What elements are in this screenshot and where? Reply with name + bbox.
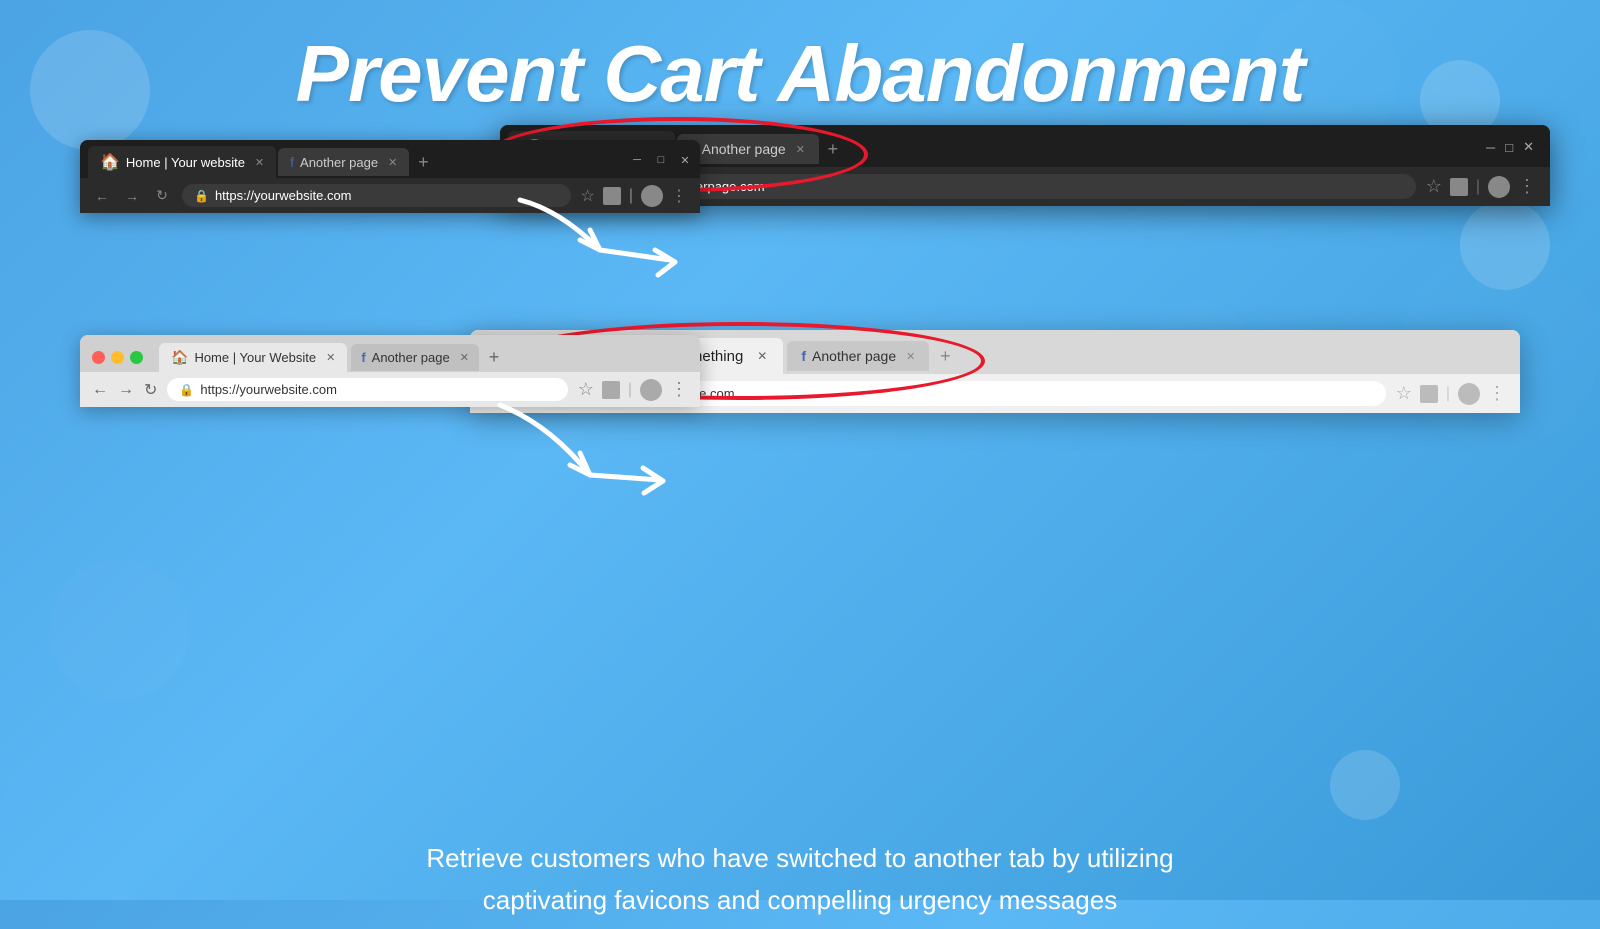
description-line2: captivating favicons and compelling urge… [200, 880, 1400, 922]
url-text-bottom-left: https://yourwebsite.com [200, 382, 337, 397]
bookmark-right[interactable]: ☆ [1426, 176, 1442, 197]
tab-label: Another page [300, 155, 378, 170]
bottom-arrow [480, 385, 680, 520]
refresh-bottom[interactable]: ↻ [144, 380, 157, 400]
menu-right[interactable]: ⋮ [1518, 176, 1536, 197]
home-fav-bottom: 🏠 [171, 349, 188, 366]
forward-bottom[interactable]: → [118, 381, 134, 399]
profile-right[interactable] [1488, 176, 1510, 198]
ext-br [1420, 385, 1438, 403]
tab-close-btn[interactable]: ✕ [255, 156, 264, 169]
mac-red-dot [92, 351, 105, 364]
tab-another-page-top-left[interactable]: f Another page ✕ [278, 148, 409, 176]
url-bar-right[interactable]: 🔒 https://anotherpage.com [589, 174, 1415, 199]
tab-another-br-label: Another page [812, 348, 896, 364]
url-text: https://yourwebsite.com [215, 188, 352, 203]
profile-br[interactable] [1458, 383, 1480, 405]
tab-home-bottom[interactable]: 🏠 Home | Your Website ✕ [159, 343, 347, 372]
tab-close-missed[interactable]: ✕ [757, 349, 767, 363]
tab-another-label: Another page [702, 141, 786, 157]
refresh-btn[interactable]: ↻ [152, 186, 172, 206]
tab-close-another-bottom[interactable]: ✕ [460, 351, 469, 364]
minimize-btn[interactable]: ─ [630, 153, 644, 167]
close-window-btn[interactable]: ✕ [678, 153, 692, 167]
back-btn[interactable]: ← [92, 186, 112, 206]
tab-another-bottom-label: Another page [372, 350, 450, 365]
tab-label-bottom: Home | Your Website [194, 350, 316, 365]
menu-br[interactable]: ⋮ [1488, 383, 1506, 404]
mac-yellow-dot [111, 351, 124, 364]
tab-label: Home | Your website [126, 155, 245, 170]
facebook-favicon: f [290, 154, 294, 170]
star-br[interactable]: ☆ [1396, 383, 1412, 404]
lock-icon: 🔒 [194, 189, 209, 203]
tab-another-bottom-left[interactable]: f Another page ✕ [351, 344, 479, 371]
tab-close-another-br[interactable]: ✕ [906, 350, 915, 363]
ext-icon-right [1450, 178, 1468, 196]
new-tab-btn-right[interactable]: + [821, 137, 845, 161]
maximize-btn[interactable]: □ [654, 153, 668, 167]
tab-another-bottom-right[interactable]: f Another page ✕ [787, 341, 929, 371]
top-arrow [500, 180, 700, 305]
new-tab-btn[interactable]: + [411, 150, 435, 174]
fb-fav-bottom: f [361, 350, 365, 365]
maximize-right[interactable]: □ [1505, 140, 1513, 155]
minimize-right[interactable]: ─ [1486, 140, 1495, 155]
mac-dots [92, 351, 143, 364]
close-right[interactable]: ✕ [1523, 139, 1534, 155]
new-tab-br[interactable]: + [933, 344, 957, 368]
home-favicon: 🏠 [100, 152, 120, 172]
tab-close-btn2[interactable]: ✕ [388, 156, 397, 169]
fb-fav-br: f [801, 348, 806, 364]
new-tab-bottom[interactable]: + [483, 347, 505, 369]
lock-bottom: 🔒 [179, 383, 194, 397]
description-line1: Retrieve customers who have switched to … [200, 838, 1400, 880]
tab-home-your-website[interactable]: 🏠 Home | Your website ✕ [88, 146, 276, 178]
description-area: Retrieve customers who have switched to … [0, 830, 1600, 929]
mac-green-dot [130, 351, 143, 364]
tab-close-bottom[interactable]: ✕ [326, 351, 335, 364]
forward-btn[interactable]: → [122, 186, 142, 206]
back-bottom[interactable]: ← [92, 381, 108, 399]
tab-close-another[interactable]: ✕ [796, 143, 805, 156]
